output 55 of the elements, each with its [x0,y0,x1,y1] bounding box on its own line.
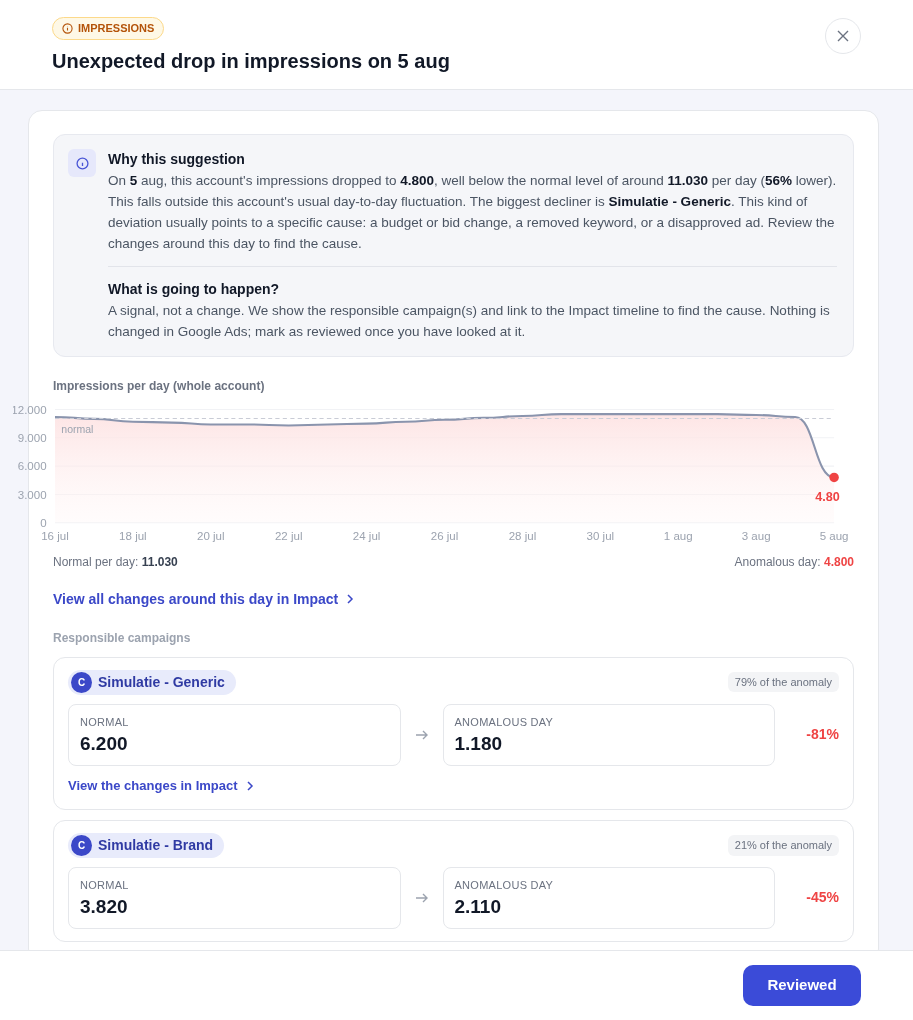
info-icon [68,149,96,177]
x-tick-label: 18 jul [119,529,147,542]
normal-label: normal [61,423,94,436]
normal-label: NORMAL [80,877,130,893]
x-tick-label: 28 jul [508,529,537,542]
y-tick-label: 9.000 [17,431,47,444]
anomaly-value-label: 4.80 [815,489,840,504]
campaign-name: Simulatie - Generic [98,672,225,692]
close-icon [837,30,849,42]
x-tick-label: 3 aug [741,529,771,542]
normal-label: NORMAL [80,714,130,730]
anomaly-label: ANOMALOUS DAY [454,877,555,893]
x-tick-label: 22 jul [274,529,303,542]
reviewed-button[interactable]: Reviewed [743,965,861,1006]
section-heading: Why this suggestion [108,150,246,169]
category-badge: IMPRESSIONS [52,17,165,40]
x-tick-label: 30 jul [586,529,615,542]
impact-link[interactable]: View all changes around this day in Impact [53,588,355,610]
anomaly-value: 1.180 [454,732,504,756]
section-text: A signal, not a change. We show the responsible campaign(s) and link to the Impact timeline to find the cause. Nothing is changed in Google Ads; mark as reviewed once you have looked at it. [108,302,831,341]
y-tick-label: 3.000 [17,488,47,501]
share-badge: 21% of the anomaly [727,835,839,856]
y-tick-label: 12.000 [13,403,47,416]
share-badge: 79% of the anomaly [727,671,839,693]
normal-value: 6.200 [80,732,129,756]
section-text: On 5 aug, this account's impressions dropped to 4.800, well below the normal level of around 11.030 per day (56% lower). This falls outside this account's usual day-to-day fluctuation. The biggest decliner is Simulatie - Generic. This kind of deviation usually points to a specific cause: a budget or bid change, a removed keyword, or a disapproved ad. Review the changes around this day to find the cause. [108,172,837,253]
section-heading: What is going to happen? [108,280,281,299]
arrow-right-icon [414,728,429,741]
dialog-title: Unexpected drop in impressions on 5 aug [52,48,450,74]
x-tick-label: 5 aug [819,529,849,542]
x-tick-label: 26 jul [430,529,459,542]
x-tick-label: 20 jul [197,529,225,542]
anomaly-point [829,472,839,483]
change-percent: -81% [805,725,839,745]
campaign-name: Simulatie - Brand [98,835,214,855]
x-tick-label: 24 jul [352,529,381,542]
campaign-impact-link[interactable]: View the changes in Impact [68,775,254,796]
anomaly-label: ANOMALOUS DAY [454,714,555,730]
x-tick-label: 16 jul [41,529,69,542]
campaign-avatar: C [71,834,92,856]
chevron-right-icon [346,594,355,604]
anomaly-value: 2.110 [454,895,502,919]
normal-value: 3.820 [80,895,129,919]
change-percent: -45% [805,888,839,908]
chart-title: Impressions per day (whole account) [53,378,266,395]
info-icon [62,22,73,34]
normal-summary: Normal per day: 11.030 [53,553,178,571]
anomaly-summary: Anomalous day: 4.800 [734,553,854,571]
x-tick-label: 1 aug [663,529,693,542]
y-tick-label: 6.000 [17,460,47,473]
campaign-avatar: C [71,671,92,693]
y-tick-label: 0 [40,517,47,529]
chevron-right-icon [245,780,254,791]
section-label: Responsible campaigns [53,629,192,647]
arrow-right-icon [414,891,429,904]
